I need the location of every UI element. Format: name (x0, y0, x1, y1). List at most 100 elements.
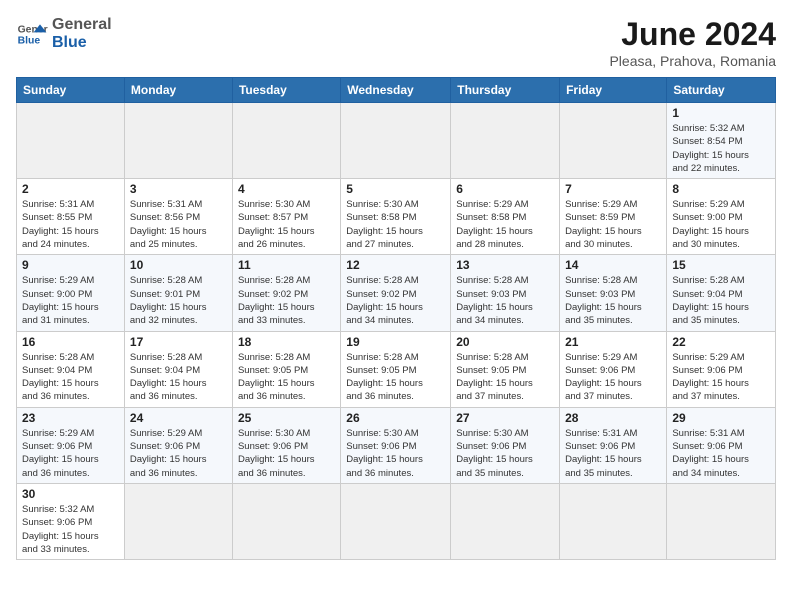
day-number: 29 (672, 411, 770, 425)
day-number: 23 (22, 411, 119, 425)
day-info: Sunrise: 5:30 AM Sunset: 8:57 PM Dayligh… (238, 198, 335, 251)
day-number: 1 (672, 106, 770, 120)
weekday-header-row: SundayMondayTuesdayWednesdayThursdayFrid… (17, 78, 776, 103)
day-cell: 17Sunrise: 5:28 AM Sunset: 9:04 PM Dayli… (124, 331, 232, 407)
day-cell: 30 Sunrise: 5:32 AM Sunset: 9:06 PM Dayli… (17, 483, 125, 559)
day-cell: 26 Sunrise: 5:30 AM Sunset: 9:06 PM Dayli… (341, 407, 451, 483)
week-row-5: 30 Sunrise: 5:32 AM Sunset: 9:06 PM Dayli… (17, 483, 776, 559)
weekday-header-thursday: Thursday (451, 78, 560, 103)
day-number: 14 (565, 258, 661, 272)
weekday-header-wednesday: Wednesday (341, 78, 451, 103)
day-number: 16 (22, 335, 119, 349)
day-cell: 9 Sunrise: 5:29 AM Sunset: 9:00 PM Daylig… (17, 255, 125, 331)
calendar-title: June 2024 (609, 16, 776, 53)
day-cell: 25Sunrise: 5:30 AM Sunset: 9:06 PM Dayli… (232, 407, 340, 483)
day-info: Sunrise: 5:28 AM Sunset: 9:02 PM Dayligh… (346, 274, 445, 327)
day-info: Sunrise: 5:29 AM Sunset: 8:59 PM Dayligh… (565, 198, 661, 251)
day-info: Sunrise: 5:28 AM Sunset: 9:01 PM Dayligh… (130, 274, 227, 327)
day-cell: 21 Sunrise: 5:29 AM Sunset: 9:06 PM Dayli… (560, 331, 667, 407)
day-number: 2 (22, 182, 119, 196)
day-number: 11 (238, 258, 335, 272)
day-cell (560, 483, 667, 559)
day-cell: 15 Sunrise: 5:28 AM Sunset: 9:04 PM Dayli… (667, 255, 776, 331)
day-number: 18 (238, 335, 335, 349)
day-info: Sunrise: 5:28 AM Sunset: 9:05 PM Dayligh… (456, 351, 554, 404)
day-cell: 6 Sunrise: 5:29 AM Sunset: 8:58 PM Daylig… (451, 179, 560, 255)
day-cell (341, 483, 451, 559)
day-cell: 4 Sunrise: 5:30 AM Sunset: 8:57 PM Daylig… (232, 179, 340, 255)
weekday-header-tuesday: Tuesday (232, 78, 340, 103)
day-cell: 1Sunrise: 5:32 AM Sunset: 8:54 PM Daylig… (667, 103, 776, 179)
day-cell (232, 483, 340, 559)
day-cell: 29Sunrise: 5:31 AM Sunset: 9:06 PM Dayli… (667, 407, 776, 483)
day-number: 7 (565, 182, 661, 196)
day-cell: 11Sunrise: 5:28 AM Sunset: 9:02 PM Dayli… (232, 255, 340, 331)
calendar-table: SundayMondayTuesdayWednesdayThursdayFrid… (16, 77, 776, 560)
day-number: 15 (672, 258, 770, 272)
day-number: 26 (346, 411, 445, 425)
day-info: Sunrise: 5:29 AM Sunset: 9:00 PM Dayligh… (672, 198, 770, 251)
day-number: 17 (130, 335, 227, 349)
day-cell: 5Sunrise: 5:30 AM Sunset: 8:58 PM Daylig… (341, 179, 451, 255)
day-cell: 20 Sunrise: 5:28 AM Sunset: 9:05 PM Dayli… (451, 331, 560, 407)
day-info: Sunrise: 5:29 AM Sunset: 9:06 PM Dayligh… (672, 351, 770, 404)
week-row-0: 1Sunrise: 5:32 AM Sunset: 8:54 PM Daylig… (17, 103, 776, 179)
day-number: 4 (238, 182, 335, 196)
day-number: 19 (346, 335, 445, 349)
logo-svg: General Blue (16, 18, 48, 50)
day-number: 9 (22, 258, 119, 272)
day-info: Sunrise: 5:29 AM Sunset: 9:00 PM Dayligh… (22, 274, 119, 327)
day-cell (560, 103, 667, 179)
day-cell: 8Sunrise: 5:29 AM Sunset: 9:00 PM Daylig… (667, 179, 776, 255)
day-number: 13 (456, 258, 554, 272)
week-row-1: 2 Sunrise: 5:31 AM Sunset: 8:55 PM Daylig… (17, 179, 776, 255)
day-info: Sunrise: 5:31 AM Sunset: 8:56 PM Dayligh… (130, 198, 227, 251)
day-info: Sunrise: 5:29 AM Sunset: 9:06 PM Dayligh… (565, 351, 661, 404)
day-number: 30 (22, 487, 119, 501)
day-info: Sunrise: 5:29 AM Sunset: 8:58 PM Dayligh… (456, 198, 554, 251)
day-info: Sunrise: 5:30 AM Sunset: 8:58 PM Dayligh… (346, 198, 445, 251)
day-info: Sunrise: 5:31 AM Sunset: 9:06 PM Dayligh… (565, 427, 661, 480)
week-row-3: 16 Sunrise: 5:28 AM Sunset: 9:04 PM Dayli… (17, 331, 776, 407)
day-info: Sunrise: 5:28 AM Sunset: 9:05 PM Dayligh… (238, 351, 335, 404)
day-info: Sunrise: 5:28 AM Sunset: 9:04 PM Dayligh… (22, 351, 119, 404)
day-cell: 7 Sunrise: 5:29 AM Sunset: 8:59 PM Daylig… (560, 179, 667, 255)
day-info: Sunrise: 5:28 AM Sunset: 9:05 PM Dayligh… (346, 351, 445, 404)
day-number: 21 (565, 335, 661, 349)
title-area: June 2024 Pleasa, Prahova, Romania (609, 16, 776, 69)
day-info: Sunrise: 5:28 AM Sunset: 9:04 PM Dayligh… (672, 274, 770, 327)
day-number: 27 (456, 411, 554, 425)
day-number: 28 (565, 411, 661, 425)
calendar-subtitle: Pleasa, Prahova, Romania (609, 53, 776, 69)
day-info: Sunrise: 5:28 AM Sunset: 9:03 PM Dayligh… (565, 274, 661, 327)
day-number: 20 (456, 335, 554, 349)
day-number: 25 (238, 411, 335, 425)
day-cell: 14 Sunrise: 5:28 AM Sunset: 9:03 PM Dayli… (560, 255, 667, 331)
day-number: 24 (130, 411, 227, 425)
header: General Blue General Blue June 2024 Plea… (16, 16, 776, 69)
logo-blue-text: Blue (52, 34, 112, 52)
day-cell: 27Sunrise: 5:30 AM Sunset: 9:06 PM Dayli… (451, 407, 560, 483)
day-info: Sunrise: 5:30 AM Sunset: 9:06 PM Dayligh… (346, 427, 445, 480)
day-cell (451, 483, 560, 559)
weekday-header-saturday: Saturday (667, 78, 776, 103)
week-row-4: 23 Sunrise: 5:29 AM Sunset: 9:06 PM Dayli… (17, 407, 776, 483)
day-info: Sunrise: 5:29 AM Sunset: 9:06 PM Dayligh… (130, 427, 227, 480)
day-cell: 24 Sunrise: 5:29 AM Sunset: 9:06 PM Dayli… (124, 407, 232, 483)
day-info: Sunrise: 5:32 AM Sunset: 9:06 PM Dayligh… (22, 503, 119, 556)
weekday-header-friday: Friday (560, 78, 667, 103)
weekday-header-sunday: Sunday (17, 78, 125, 103)
day-cell: 28 Sunrise: 5:31 AM Sunset: 9:06 PM Dayli… (560, 407, 667, 483)
day-cell: 10 Sunrise: 5:28 AM Sunset: 9:01 PM Dayli… (124, 255, 232, 331)
weekday-header-monday: Monday (124, 78, 232, 103)
day-cell: 12 Sunrise: 5:28 AM Sunset: 9:02 PM Dayli… (341, 255, 451, 331)
day-info: Sunrise: 5:31 AM Sunset: 8:55 PM Dayligh… (22, 198, 119, 251)
day-number: 10 (130, 258, 227, 272)
day-number: 6 (456, 182, 554, 196)
day-cell: 22 Sunrise: 5:29 AM Sunset: 9:06 PM Dayli… (667, 331, 776, 407)
week-row-2: 9 Sunrise: 5:29 AM Sunset: 9:00 PM Daylig… (17, 255, 776, 331)
day-number: 12 (346, 258, 445, 272)
day-cell: 23Sunrise: 5:29 AM Sunset: 9:06 PM Dayli… (17, 407, 125, 483)
day-number: 22 (672, 335, 770, 349)
day-cell (232, 103, 340, 179)
